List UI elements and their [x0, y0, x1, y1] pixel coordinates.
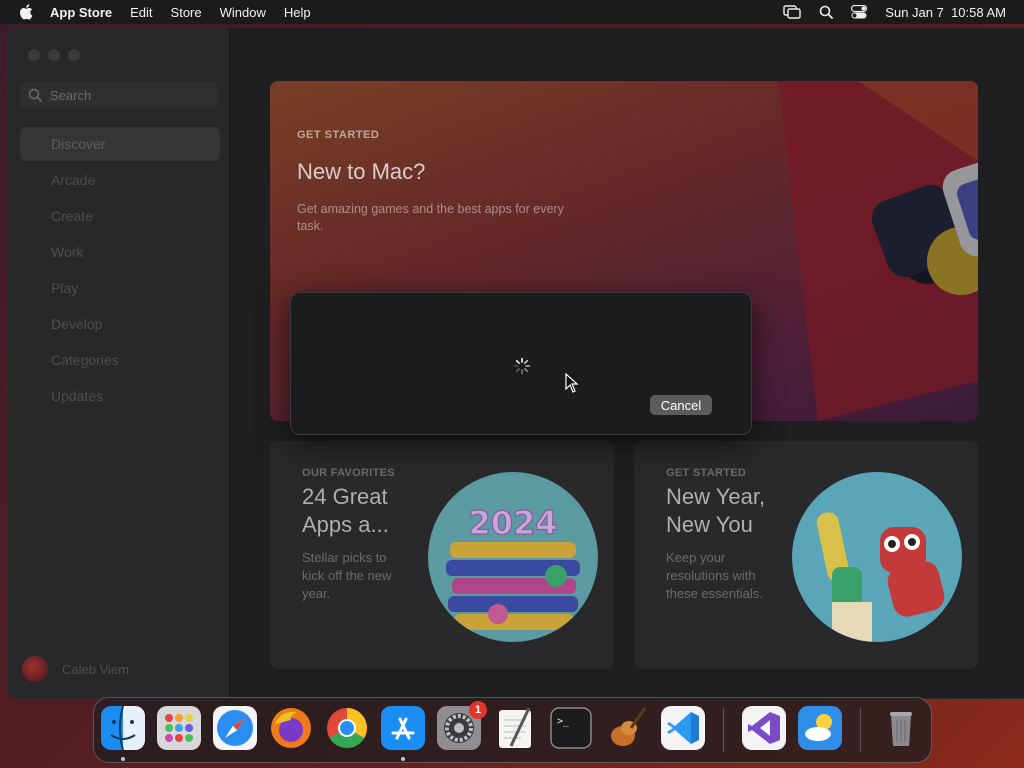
- sidebar-nav: Discover Arcade Create Work Play Develop…: [20, 127, 220, 415]
- menu-app-store[interactable]: App Store: [50, 5, 112, 20]
- sidebar-item-play[interactable]: Play: [20, 271, 220, 305]
- avatar: [22, 656, 48, 682]
- sidebar-item-updates[interactable]: Updates: [20, 379, 220, 413]
- notification-badge: 1: [469, 701, 487, 719]
- dock-visual-studio-icon[interactable]: [742, 706, 786, 750]
- dock-finder-icon[interactable]: [101, 706, 145, 750]
- close-button[interactable]: [28, 49, 40, 61]
- sidebar-item-create[interactable]: Create: [20, 199, 220, 233]
- dock-terminal-icon[interactable]: >_: [549, 706, 593, 750]
- sidebar-item-categories[interactable]: Categories: [20, 343, 220, 377]
- account-name: Caleb Viem: [62, 661, 129, 677]
- loading-spinner-icon: [513, 357, 531, 375]
- loading-dialog: Cancel: [290, 292, 752, 435]
- dock-garageband-icon[interactable]: [605, 706, 649, 750]
- card-eyebrow: GET STARTED: [666, 467, 747, 479]
- card-title: New Year, New You: [666, 484, 766, 537]
- menu-help[interactable]: Help: [284, 5, 311, 20]
- dock-safari-icon[interactable]: [213, 706, 257, 750]
- card-description: Keep your resolutions with these essenti…: [666, 550, 763, 601]
- dock-firefox-icon[interactable]: [269, 706, 313, 750]
- menu-bar: App Store Edit Store Window Help Sun Jan…: [0, 0, 1024, 24]
- card-eyebrow: OUR FAVORITES: [302, 467, 395, 479]
- card-description: Stellar picks to kick off the new year.: [302, 550, 392, 601]
- card-new-year[interactable]: GET STARTED New Year, New You Keep your …: [634, 441, 978, 669]
- dock-running-indicator: [401, 757, 405, 761]
- window-controls: [28, 49, 80, 61]
- menu-store[interactable]: Store: [171, 5, 202, 20]
- dock: >_: [93, 697, 932, 763]
- control-center-icon[interactable]: [851, 5, 868, 19]
- sidebar: Search Discover Arcade Create Work Play …: [8, 28, 230, 698]
- dock-chrome-icon[interactable]: [325, 706, 369, 750]
- dock-separator: [723, 708, 724, 752]
- dock-running-indicator: [121, 757, 125, 761]
- account-button[interactable]: Caleb Viem: [22, 656, 129, 682]
- search-field[interactable]: Search: [20, 82, 218, 108]
- cancel-button[interactable]: Cancel: [650, 395, 712, 415]
- card-2024-books-art: 2024: [428, 472, 598, 642]
- dock-launchpad-icon[interactable]: [157, 706, 201, 750]
- card-our-favorites[interactable]: OUR FAVORITES 24 Great Apps a... Stellar…: [270, 441, 614, 669]
- zoom-button[interactable]: [68, 49, 80, 61]
- dock-app-store-icon[interactable]: [381, 706, 425, 750]
- hero-description: Get amazing games and the best apps for …: [297, 202, 564, 233]
- apple-logo-icon[interactable]: [18, 3, 36, 21]
- spotlight-search-icon[interactable]: [819, 5, 834, 19]
- menubar-clock[interactable]: Sun Jan 7 10:58 AM: [885, 5, 1006, 20]
- dock-textedit-icon[interactable]: [493, 706, 537, 750]
- sidebar-item-work[interactable]: Work: [20, 235, 220, 269]
- menu-edit[interactable]: Edit: [130, 5, 152, 20]
- minimize-button[interactable]: [48, 49, 60, 61]
- card-new-year-art: [792, 472, 962, 642]
- svg-text:>_: >_: [557, 716, 570, 727]
- menu-window[interactable]: Window: [220, 5, 266, 20]
- mouse-cursor-icon: [565, 373, 579, 393]
- screen-mirroring-icon[interactable]: [783, 5, 801, 19]
- search-icon: [28, 88, 42, 102]
- card-art-text: 2024: [468, 504, 557, 542]
- search-placeholder: Search: [50, 87, 92, 103]
- dock-separator: [860, 708, 861, 752]
- dock-trash-icon[interactable]: [879, 706, 923, 750]
- dock-weather-icon[interactable]: [798, 706, 842, 750]
- hero-title: New to Mac?: [297, 159, 426, 184]
- dock-vscode-icon[interactable]: [661, 706, 705, 750]
- sidebar-item-arcade[interactable]: Arcade: [20, 163, 220, 197]
- sidebar-item-discover[interactable]: Discover: [20, 127, 220, 161]
- hero-eyebrow: GET STARTED: [297, 129, 380, 141]
- sidebar-item-develop[interactable]: Develop: [20, 307, 220, 341]
- card-title: 24 Great Apps a...: [302, 484, 389, 537]
